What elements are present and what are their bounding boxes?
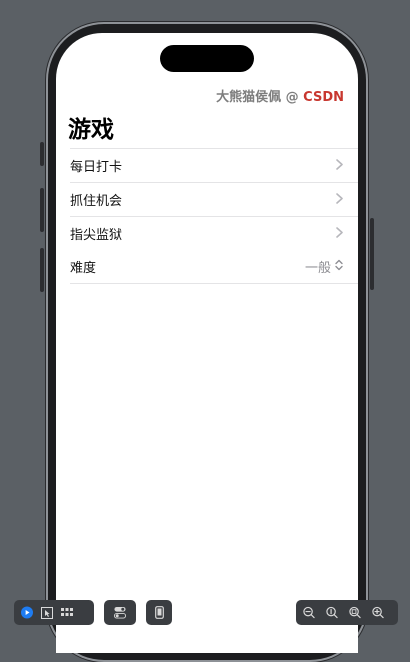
chevron-right-icon bbox=[336, 226, 343, 242]
device-icon[interactable] bbox=[153, 606, 165, 619]
difficulty-picker[interactable]: 难度 一般 bbox=[70, 250, 358, 284]
action-button bbox=[40, 142, 44, 166]
zoom-in-icon[interactable] bbox=[372, 606, 384, 619]
list-item-label: 指尖监狱 bbox=[70, 228, 123, 243]
dynamic-island bbox=[160, 45, 254, 72]
watermark-brand: CSDN bbox=[303, 90, 344, 105]
preview-mode-toolbar bbox=[14, 600, 94, 625]
difficulty-label: 难度 bbox=[70, 261, 97, 276]
list-item-label: 每日打卡 bbox=[70, 160, 123, 175]
list-item-fingertip-prison[interactable]: 指尖监狱 bbox=[70, 216, 358, 250]
toggle-icon[interactable] bbox=[114, 606, 126, 619]
watermark-author: 大熊猫侯佩 @ bbox=[216, 90, 304, 105]
page-title: 游戏 bbox=[68, 117, 114, 143]
zoom-out-icon[interactable] bbox=[303, 606, 315, 619]
power-button bbox=[370, 218, 374, 290]
volume-down-button bbox=[40, 248, 44, 292]
chevron-right-icon bbox=[336, 158, 343, 174]
difficulty-value-group[interactable]: 一般 bbox=[305, 257, 343, 276]
zoom-actual-icon[interactable] bbox=[326, 606, 338, 619]
volume-up-button bbox=[40, 188, 44, 232]
zoom-toolbar bbox=[296, 600, 398, 625]
device-toolbar bbox=[146, 600, 172, 625]
cursor-select-icon[interactable] bbox=[41, 606, 53, 619]
play-circle-icon[interactable] bbox=[21, 606, 33, 619]
variants-toolbar bbox=[104, 600, 136, 625]
chevron-up-down-icon bbox=[335, 259, 343, 275]
grid-icon[interactable] bbox=[61, 607, 73, 619]
zoom-fit-icon[interactable] bbox=[349, 606, 361, 619]
game-list: 每日打卡 抓住机会 指尖监狱 难度 一般 bbox=[56, 148, 358, 284]
list-item-seize-chance[interactable]: 抓住机会 bbox=[70, 182, 358, 216]
chevron-right-icon bbox=[336, 192, 343, 208]
watermark: 大熊猫侯佩 @ CSDN bbox=[216, 86, 344, 105]
app-screen: 大熊猫侯佩 @ CSDN 游戏 每日打卡 抓住机会 指尖监狱 难度 一般 bbox=[56, 33, 358, 653]
difficulty-value: 一般 bbox=[304, 261, 331, 276]
list-item-label: 抓住机会 bbox=[70, 194, 123, 209]
list-item-daily-checkin[interactable]: 每日打卡 bbox=[70, 148, 358, 182]
